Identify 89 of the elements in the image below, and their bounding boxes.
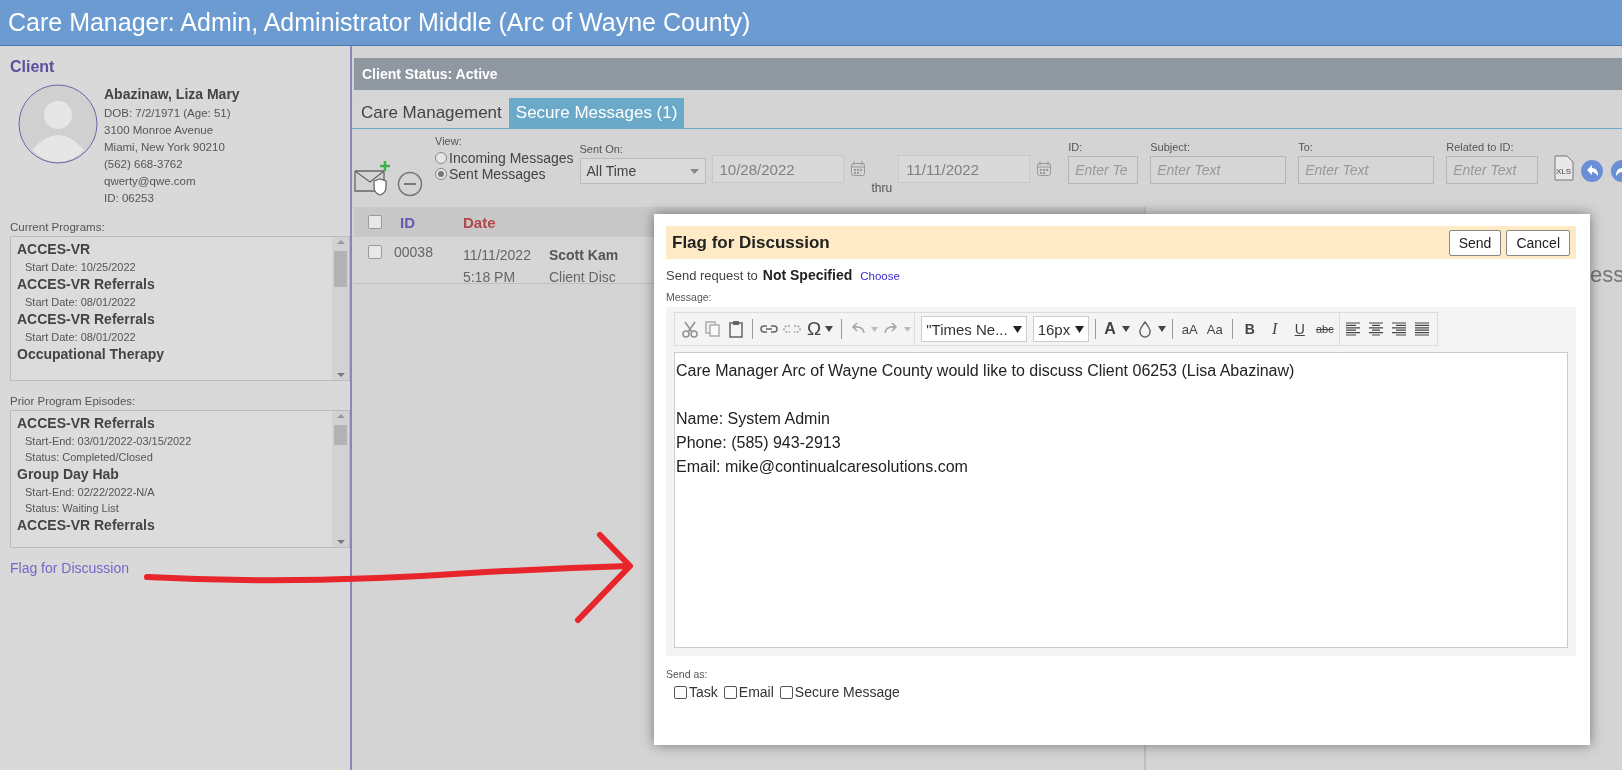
avatar-icon xyxy=(18,84,98,164)
italic-button[interactable]: I xyxy=(1263,317,1286,341)
program-detail: Status: Waiting List xyxy=(25,501,119,516)
sent-on-dropdown[interactable]: All Time xyxy=(579,158,706,184)
caret-icon xyxy=(871,326,879,332)
table-cell-text: 11/11/2022 xyxy=(462,246,531,265)
caret-icon xyxy=(825,326,834,332)
send-as-checkbox[interactable]: Email xyxy=(723,684,774,700)
font-color-button[interactable]: A xyxy=(1102,317,1132,341)
message-label: Message: xyxy=(666,291,713,303)
message-editor[interactable]: Care Manager Arc of Wayne County would like to discuss Client 06253 (Lisa Abazinaw) Name: System Admin Phone: (585) 943-2913 Email: mike@continualcaresolutions.com xyxy=(674,352,1568,648)
program-detail: Status: Completed/Closed xyxy=(25,450,153,465)
scrollbar-thumb[interactable] xyxy=(334,425,347,445)
program-name: ACCES-VR xyxy=(17,240,91,259)
font-size-dropdown[interactable]: 16px xyxy=(1032,316,1090,342)
caret-icon xyxy=(1075,325,1085,333)
lowercase-button[interactable]: aA xyxy=(1178,317,1201,341)
caret-icon xyxy=(1157,326,1166,332)
calendar-icon[interactable] xyxy=(1036,160,1053,177)
client-detail: ID: 06253 xyxy=(104,191,155,206)
client-detail: 3100 Monroe Avenue xyxy=(104,123,215,138)
list-label: Current Programs: xyxy=(10,221,105,233)
caret-icon xyxy=(1012,325,1022,333)
send-as-checkbox[interactable]: Secure Message xyxy=(779,684,900,700)
list-label: Prior Program Episodes: xyxy=(10,395,136,407)
window-title: Care Manager: Admin, Administrator Middle (Arc of Wayne County) xyxy=(7,7,751,38)
client-status-bar: Client Status: Active xyxy=(354,58,1622,90)
font-dropdown[interactable]: "Times Ne... xyxy=(921,316,1027,342)
program-detail: Start-End: 03/01/2022-03/15/2022 xyxy=(25,434,192,449)
message-text: Care Manager Arc of Wayne County would like to discuss Client 06253 (Lisa Abazinaw) xyxy=(676,361,1295,381)
caret-icon xyxy=(689,168,699,174)
program-name: Group Day Hab xyxy=(17,465,119,484)
caret-icon xyxy=(1121,326,1130,332)
strikethrough-button[interactable]: abc xyxy=(1313,317,1336,341)
program-detail: Start-End: 02/22/2022-N/A xyxy=(25,485,155,500)
program-name: Occupational Therapy xyxy=(17,345,165,364)
new-message-icon[interactable] xyxy=(354,159,391,197)
choose-link[interactable]: Choose xyxy=(860,270,900,282)
caret-icon xyxy=(904,326,912,332)
program-name: ACCES-VR Referrals xyxy=(17,414,155,433)
client-name: Abazinaw, Liza Mary xyxy=(104,86,240,102)
cancel-button[interactable]: Cancel xyxy=(1506,229,1570,256)
dialog-title: Flag for Discussion xyxy=(672,232,830,253)
special-character-button[interactable]: Ω xyxy=(805,317,836,341)
remove-icon[interactable] xyxy=(397,171,423,197)
program-name: ACCES-VR Referrals xyxy=(17,310,155,329)
field-label: Sent On: xyxy=(579,143,623,155)
forward-icon[interactable] xyxy=(1610,159,1622,183)
program-name: ACCES-VR Referrals xyxy=(17,516,155,535)
back-icon[interactable] xyxy=(1580,159,1605,183)
client-detail: (562) 668-3762 xyxy=(104,157,184,172)
program-detail: Start Date: 10/25/2022 xyxy=(25,260,136,275)
table-cell-text: Scott Kam xyxy=(548,246,619,265)
field-label: Related to ID: xyxy=(1446,141,1514,153)
calendar-icon[interactable] xyxy=(849,160,866,177)
cut-icon[interactable] xyxy=(680,319,700,339)
program-detail: Start Date: 08/01/2022 xyxy=(25,295,136,310)
client-detail: Miami, New York 90210 xyxy=(104,140,226,155)
table-cell-text: 5:18 PM xyxy=(462,268,517,287)
program-detail: Start Date: 08/01/2022 xyxy=(25,330,136,345)
field-label: Subject: xyxy=(1150,141,1190,153)
row-checkbox[interactable] xyxy=(368,245,382,259)
send-as-checkbox[interactable]: Task xyxy=(674,684,718,700)
section-heading: Client xyxy=(10,58,55,76)
field-label: ID: xyxy=(1068,141,1083,153)
capitalize-button[interactable]: Aa xyxy=(1203,317,1226,341)
spreadsheet-icon[interactable]: XLS xyxy=(1554,155,1575,181)
client-detail: DOB: 7/2/1971 (Age: 51) xyxy=(104,106,232,121)
recipient-value: Not Specified xyxy=(762,267,853,283)
table-cell-text: Client Disc xyxy=(548,268,617,287)
paste-icon[interactable] xyxy=(726,319,746,339)
scrollbar-thumb[interactable] xyxy=(334,251,347,287)
radio-option[interactable]: Incoming Messages xyxy=(435,150,574,166)
client-detail: qwerty@qwe.com xyxy=(104,174,197,189)
send-to-label: Send request to xyxy=(666,268,758,283)
select-all-checkbox[interactable] xyxy=(368,215,382,229)
bold-button[interactable]: B xyxy=(1238,317,1261,341)
table-cell: 00038 xyxy=(394,244,433,260)
send-button[interactable]: Send xyxy=(1448,229,1502,256)
field-label: View: xyxy=(435,135,462,147)
message-text: Name: System Admin xyxy=(676,409,830,429)
message-text: Phone: (585) 943-2913 xyxy=(676,433,841,453)
send-as-label: Send as: xyxy=(666,668,709,680)
range-separator: thru xyxy=(871,181,893,195)
underline-button[interactable]: U xyxy=(1288,317,1311,341)
program-name: ACCES-VR Referrals xyxy=(17,275,155,294)
radio-option[interactable]: Sent Messages xyxy=(435,166,546,182)
message-text: Email: mike@continualcaresolutions.com xyxy=(676,457,968,477)
field-label: To: xyxy=(1298,141,1313,153)
